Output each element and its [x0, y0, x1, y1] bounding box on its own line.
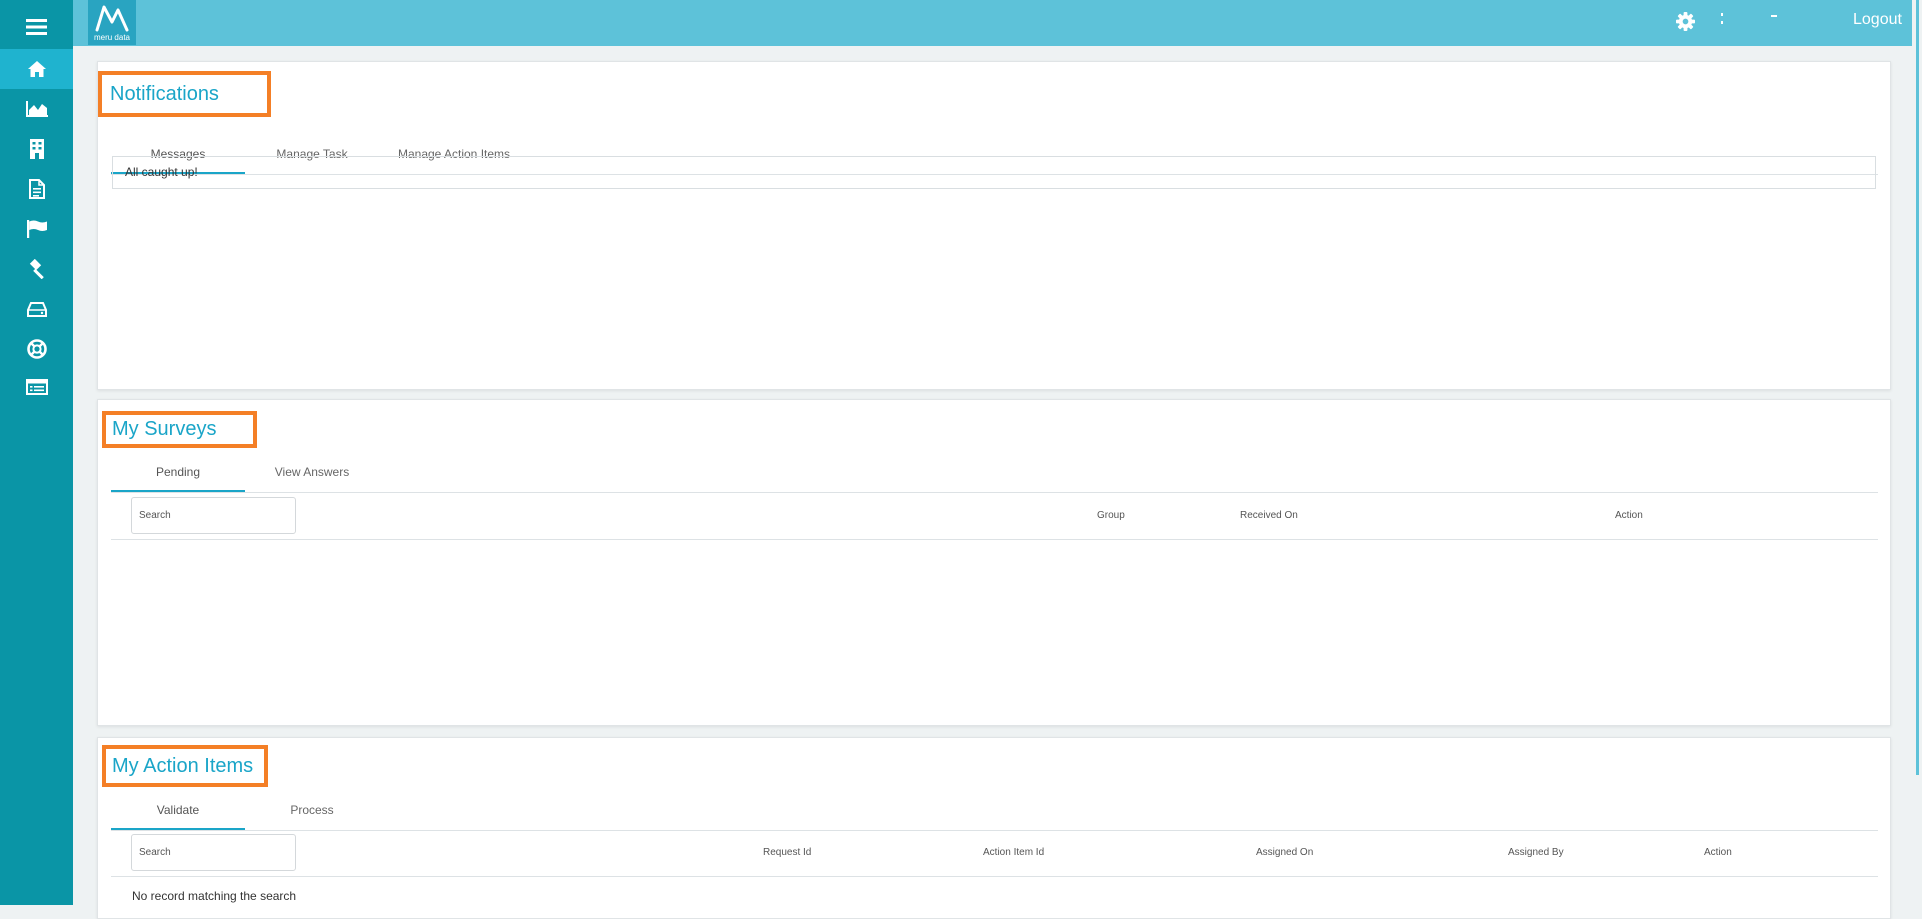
table-header-divider [111, 539, 1878, 540]
tab-process[interactable]: Process [245, 790, 379, 830]
area-chart-icon [25, 101, 48, 117]
column-header-group[interactable]: Group [1097, 510, 1125, 521]
column-header-assigned-by[interactable]: Assigned By [1508, 847, 1564, 858]
tab-divider [111, 830, 1878, 831]
settings-button[interactable] [1676, 12, 1695, 36]
surveys-title: My Surveys [112, 418, 217, 440]
messages-panel: All caught up! [112, 156, 1876, 189]
sidebar-item-support[interactable] [0, 329, 73, 369]
sidebar-item-storage[interactable] [0, 289, 73, 329]
notifications-title: Notifications [110, 82, 219, 105]
notifications-card: Notifications Messages Manage Task Manag… [97, 61, 1891, 390]
logout-button[interactable]: Logout [1853, 11, 1902, 29]
empty-state-text: No record matching the search [132, 889, 297, 903]
column-header-action[interactable]: Action [1615, 510, 1643, 521]
sidebar-item-list[interactable] [0, 367, 73, 407]
tab-validate[interactable]: Validate [111, 790, 245, 830]
column-header-request-id[interactable]: Request Id [763, 847, 811, 858]
menu-icon [26, 19, 47, 35]
action-items-title: My Action Items [112, 754, 254, 777]
spinner-icon [1721, 13, 1723, 24]
logo-text: meru data [93, 33, 131, 42]
surveys-search-input[interactable] [131, 497, 296, 534]
building-icon [29, 139, 44, 159]
sidebar-item-home[interactable] [0, 49, 73, 89]
flag-icon [26, 220, 47, 238]
gear-icon [1676, 12, 1695, 31]
column-header-received-on[interactable]: Received On [1240, 510, 1298, 521]
tab-view-answers[interactable]: View Answers [245, 452, 379, 492]
scrollbar-thumb[interactable] [1916, 0, 1919, 775]
sidebar [0, 0, 73, 905]
document-icon [28, 179, 45, 199]
sidebar-item-flags[interactable] [0, 209, 73, 249]
home-icon [27, 61, 46, 77]
notifications-title-box: Notifications [98, 71, 271, 117]
action-items-search-input[interactable] [131, 834, 296, 871]
tab-pending[interactable]: Pending [111, 452, 245, 492]
tab-divider [111, 492, 1878, 493]
sidebar-item-analytics[interactable] [0, 89, 73, 129]
sidebar-item-documents[interactable] [0, 169, 73, 209]
action-items-card: My Action Items Validate Process Request… [97, 737, 1891, 919]
gavel-icon [29, 259, 44, 279]
top-bar: meru data Logout [73, 0, 1922, 46]
table-header-divider [111, 876, 1878, 877]
action-items-title-box: My Action Items [102, 745, 268, 787]
sidebar-item-organization[interactable] [0, 129, 73, 169]
surveys-title-box: My Surveys [102, 411, 257, 448]
hard-drive-icon [26, 301, 47, 317]
surveys-card: My Surveys Pending View Answers Group Re… [97, 399, 1891, 726]
sidebar-item-legal[interactable] [0, 249, 73, 289]
list-icon [25, 379, 48, 395]
menu-toggle-button[interactable] [0, 7, 73, 47]
minimize-icon [1771, 15, 1777, 17]
logo-mountain-icon [95, 5, 129, 32]
column-header-assigned-on[interactable]: Assigned On [1256, 847, 1313, 858]
column-header-action[interactable]: Action [1704, 847, 1732, 858]
app-logo[interactable]: meru data [88, 0, 136, 45]
column-header-action-item-id[interactable]: Action Item Id [983, 847, 1044, 858]
lifebuoy-icon [26, 339, 47, 359]
